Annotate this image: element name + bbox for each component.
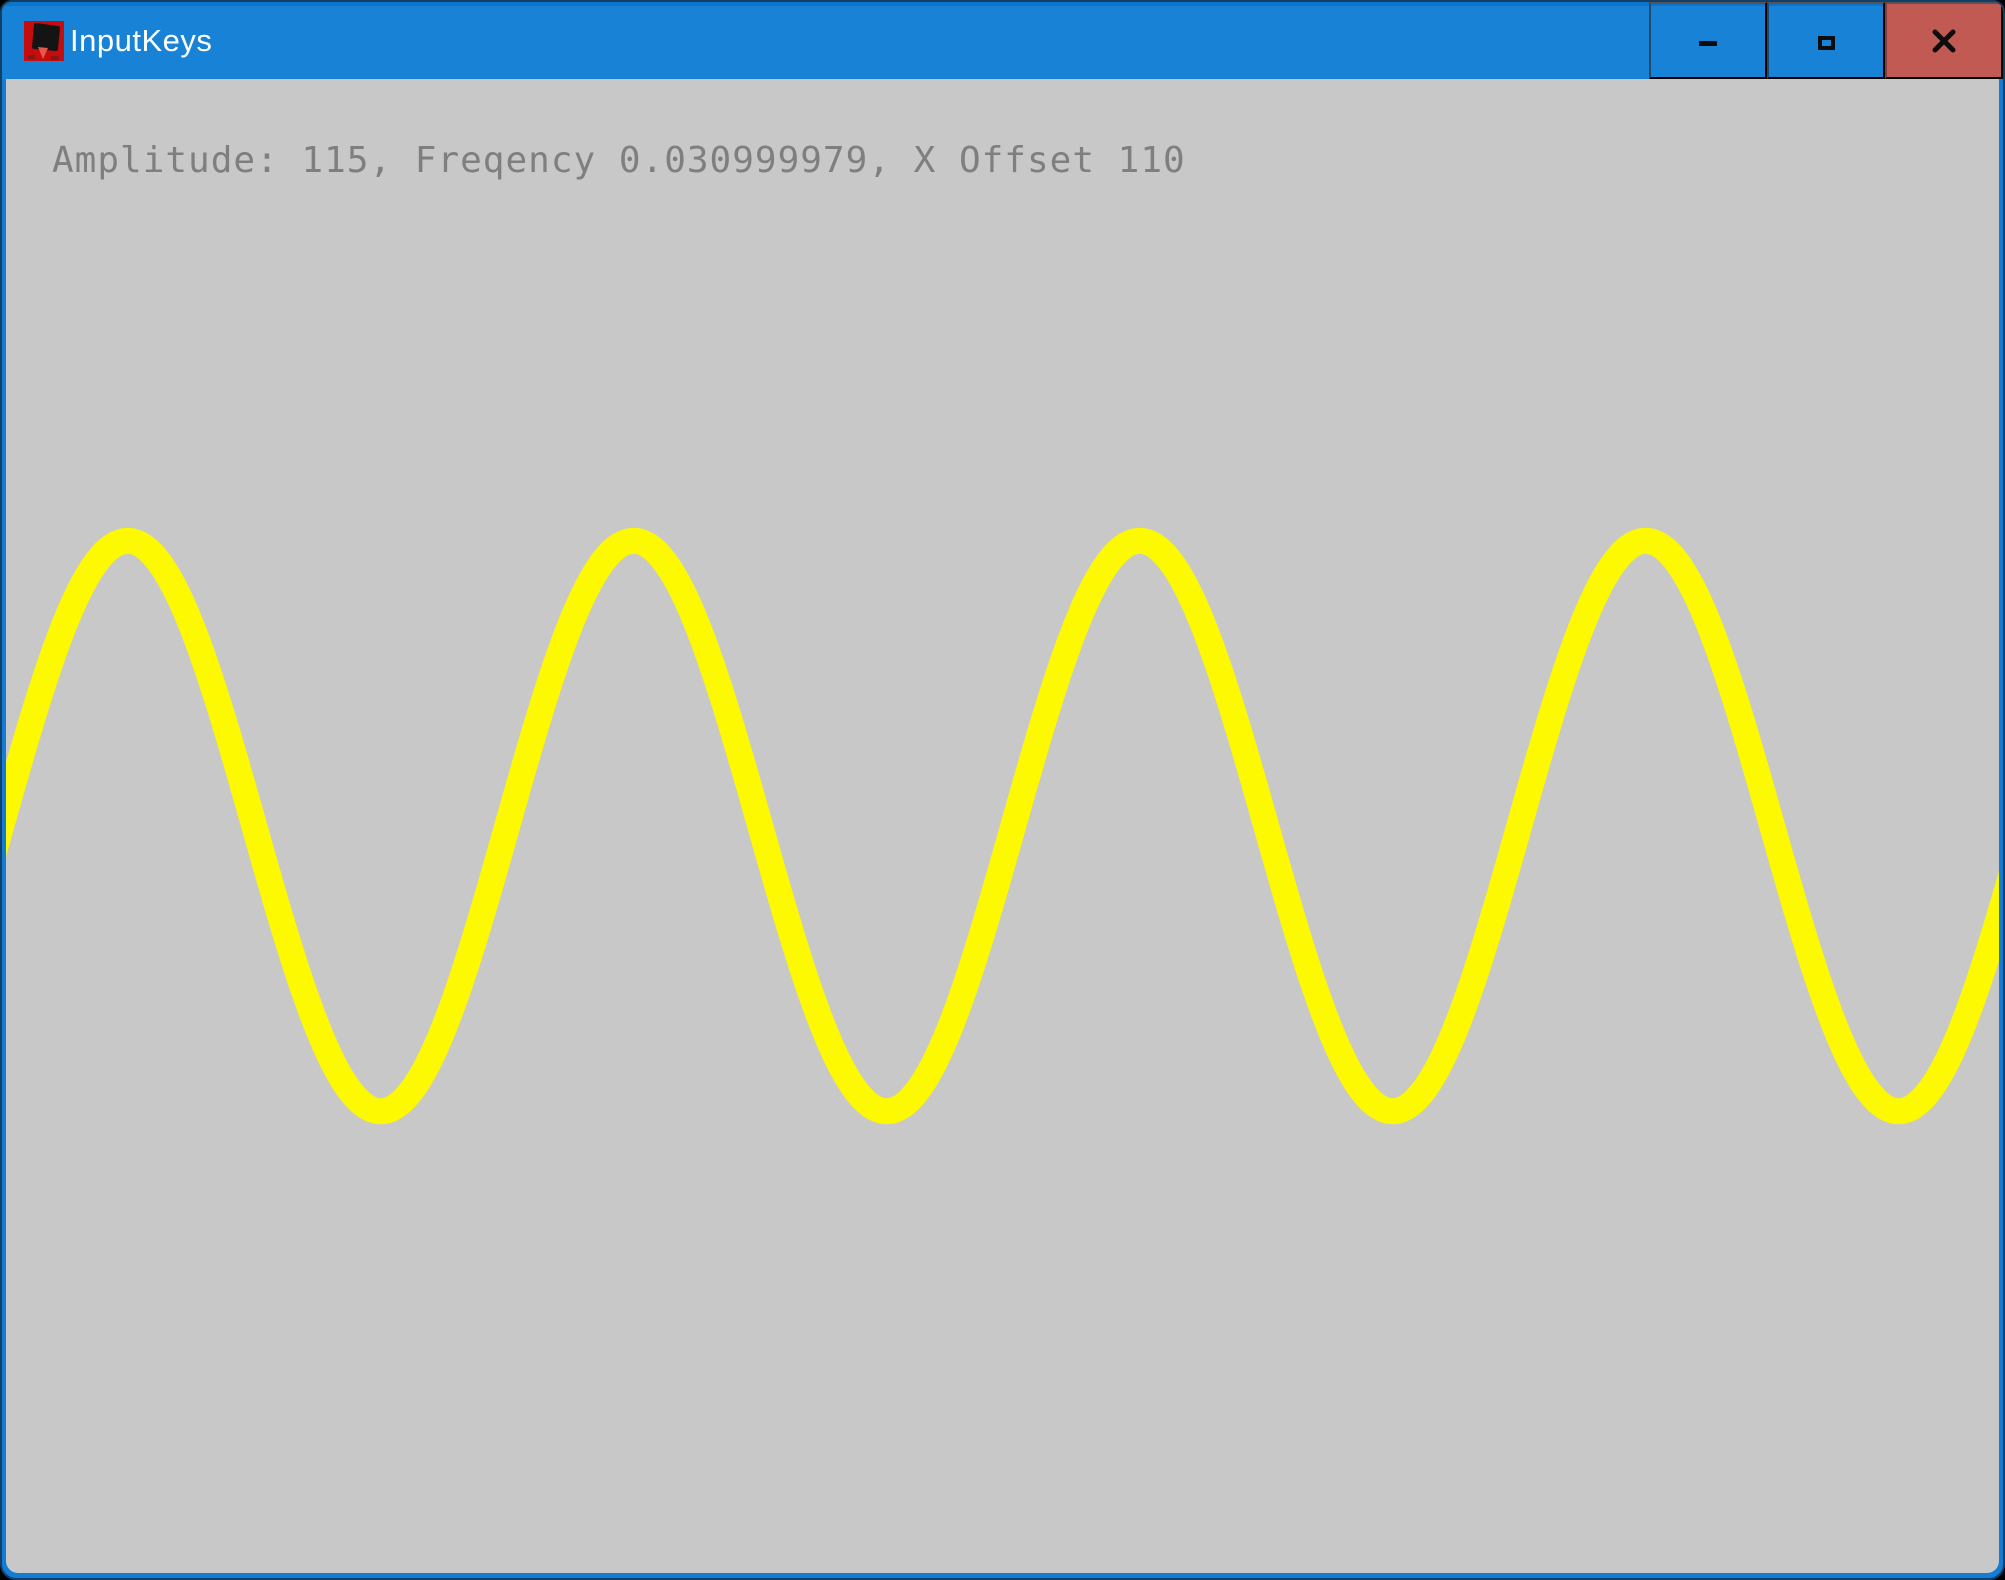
app-window: InputKeys Amplitude: 115, Freqency 0.030… — [0, 0, 2005, 1580]
minimize-icon — [1699, 41, 1717, 46]
canvas-area: Amplitude: 115, Freqency 0.030999979, X … — [6, 79, 1999, 1573]
app-icon — [24, 21, 64, 61]
close-button[interactable] — [1885, 2, 2003, 79]
status-text: Amplitude: 115, Freqency 0.030999979, X … — [52, 143, 1186, 179]
window-title: InputKeys — [70, 2, 212, 79]
sine-wave — [6, 79, 1999, 1573]
minimize-button[interactable] — [1649, 2, 1767, 79]
maximize-button[interactable] — [1767, 2, 1885, 79]
window-controls — [1649, 2, 2003, 79]
close-icon — [1932, 29, 1956, 53]
maximize-icon — [1818, 36, 1835, 50]
titlebar[interactable]: InputKeys — [2, 2, 2003, 79]
